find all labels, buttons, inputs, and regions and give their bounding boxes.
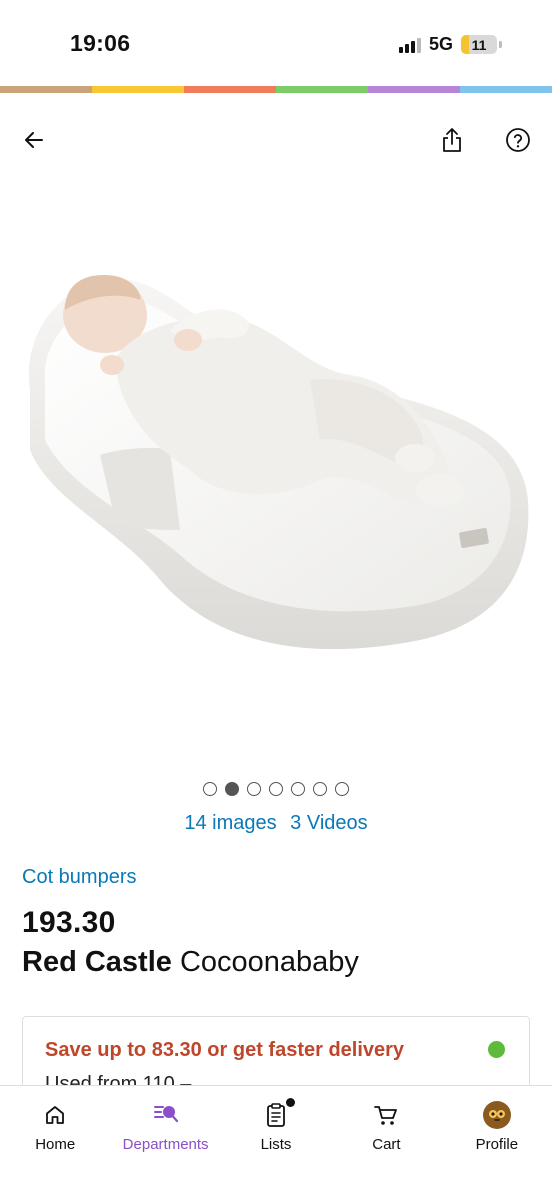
color-strip-segment (368, 86, 460, 93)
nav-profile-label: Profile (475, 1136, 519, 1153)
product-photo (28, 275, 529, 650)
arrow-left-icon (25, 132, 43, 148)
nav-cart[interactable]: Cart (331, 1086, 441, 1200)
product-image[interactable] (20, 200, 532, 730)
top-nav (0, 120, 552, 164)
gallery-dot[interactable] (269, 782, 283, 796)
departments-icon (152, 1100, 180, 1130)
videos-link[interactable]: 3 Videos (290, 812, 367, 834)
battery-icon: 11 (461, 35, 497, 54)
share-icon (443, 128, 461, 152)
product-name: Cocoonababy (179, 946, 359, 978)
signal-icon (398, 37, 421, 53)
gallery-dot[interactable] (291, 782, 305, 796)
media-links: 14 images 3 Videos (0, 812, 552, 835)
network-type: 5G (428, 34, 453, 54)
brand-color-strip (0, 86, 552, 93)
battery-level: 11 (471, 36, 487, 53)
color-strip-segment (276, 86, 368, 93)
share-button[interactable] (432, 120, 472, 160)
color-strip-segment (460, 86, 552, 93)
product-title: Red Castle Cocoonababy (22, 946, 359, 979)
gallery-dot[interactable] (225, 782, 239, 796)
avatar (482, 1101, 511, 1129)
cart-icon (373, 1100, 399, 1130)
nav-departments-label: Departments (122, 1136, 209, 1153)
save-offer-text: Save up to 83.30 or get faster delivery (45, 1039, 405, 1061)
images-link[interactable]: 14 images (184, 812, 276, 834)
product-brand[interactable]: Red Castle (22, 946, 172, 978)
color-strip-segment (184, 86, 276, 93)
product-price: 193.30 (22, 906, 116, 939)
bottom-nav: Home Departments Lists Cart Profile (0, 1085, 552, 1200)
list-icon (265, 1098, 296, 1130)
color-strip-segment (0, 86, 92, 93)
nav-lists[interactable]: Lists (221, 1086, 331, 1200)
status-indicators: 5G 11 (398, 34, 502, 55)
color-strip-segment (92, 86, 184, 93)
lists-notification-dot (286, 1098, 296, 1107)
gallery-dot[interactable] (335, 782, 349, 796)
status-bar: 19:06 5G 11 (0, 0, 552, 86)
gallery-dot[interactable] (247, 782, 261, 796)
availability-dot (488, 1041, 505, 1058)
nav-departments[interactable]: Departments (110, 1086, 220, 1200)
gallery-dot[interactable] (313, 782, 327, 796)
help-button[interactable] (498, 120, 538, 160)
back-button[interactable] (14, 120, 54, 160)
category-link[interactable]: Cot bumpers (22, 866, 137, 889)
nav-lists-label: Lists (260, 1136, 292, 1153)
status-time: 19:06 (70, 30, 131, 56)
gallery-dot[interactable] (203, 782, 217, 796)
nav-cart-label: Cart (372, 1136, 401, 1153)
nav-profile[interactable]: Profile (442, 1086, 552, 1200)
home-icon (43, 1100, 67, 1130)
gallery-pagination (0, 782, 552, 796)
nav-home[interactable]: Home (0, 1086, 110, 1200)
question-circle-icon (506, 128, 530, 152)
battery-cap (499, 41, 502, 48)
nav-home-label: Home (35, 1136, 76, 1153)
profile-avatar-icon (482, 1100, 511, 1130)
